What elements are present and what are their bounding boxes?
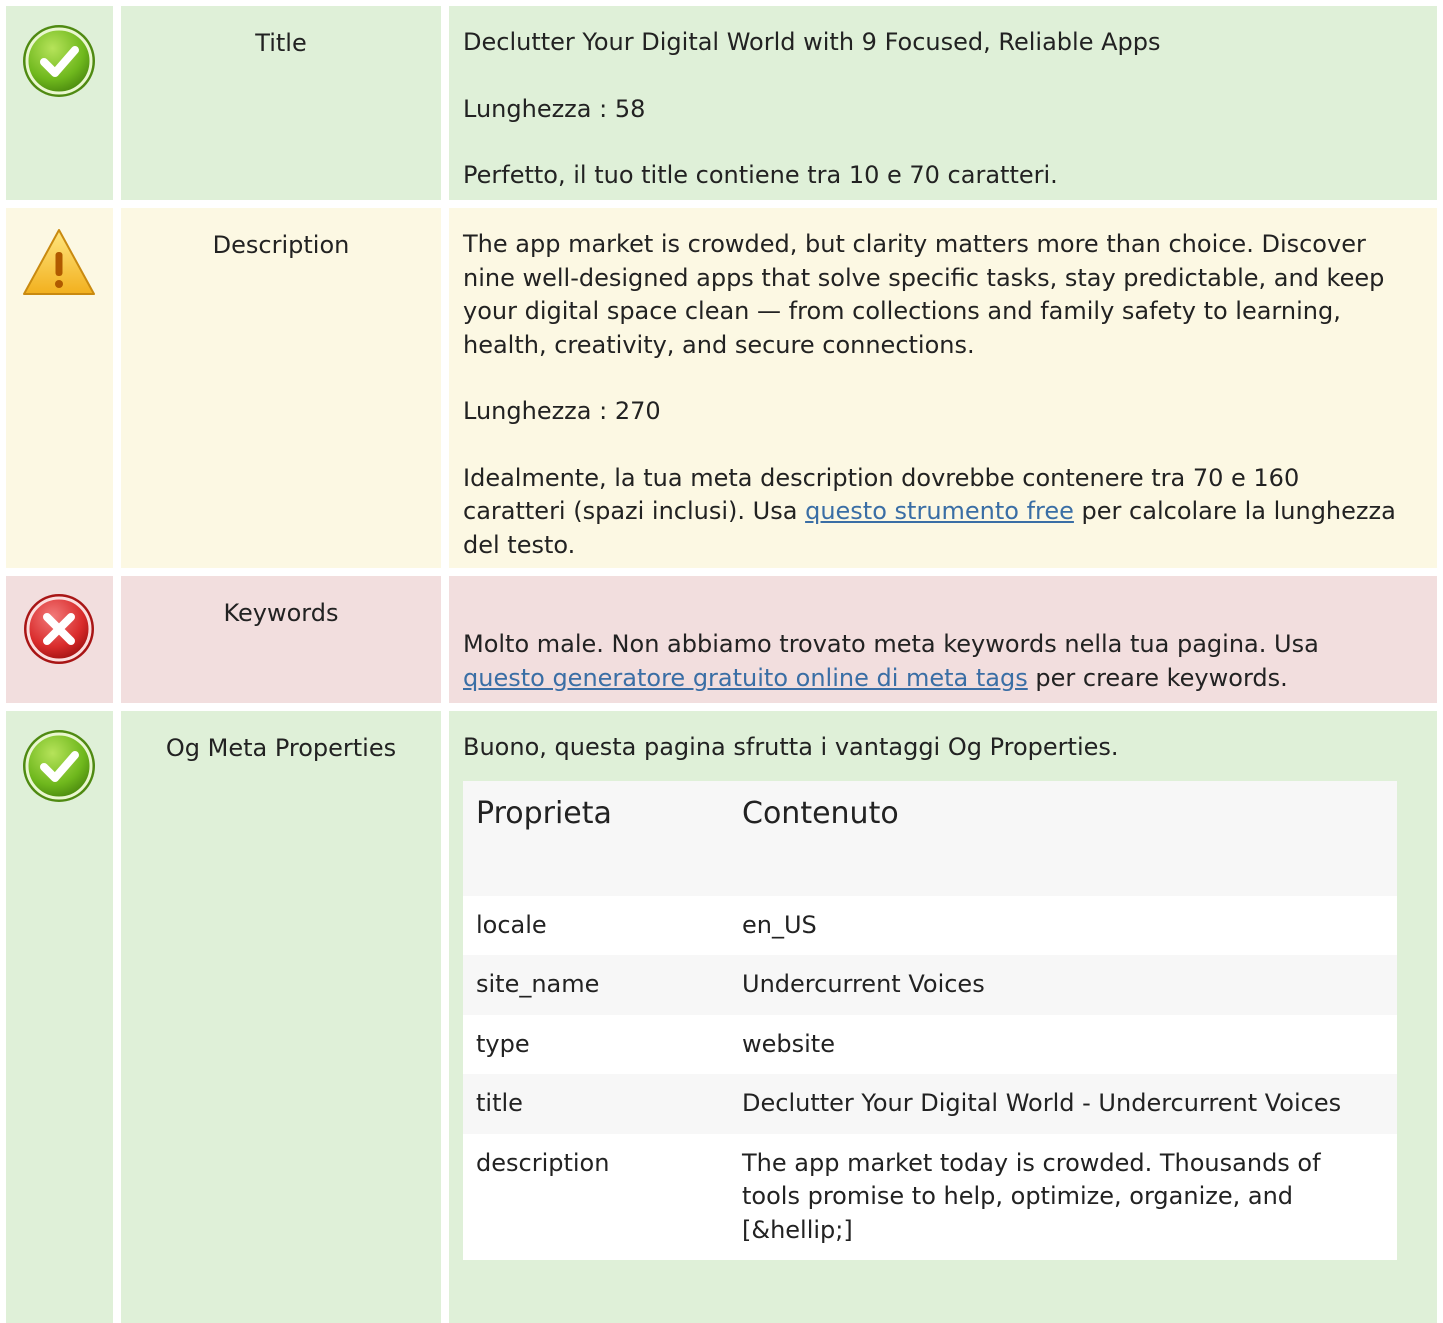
status-cell bbox=[6, 711, 113, 1323]
status-cell bbox=[6, 6, 113, 200]
og-property-cell: locale bbox=[463, 895, 729, 955]
seo-report: Title Declutter Your Digital World with … bbox=[0, 0, 1443, 1323]
row-description: Description The app market is crowded, b… bbox=[0, 208, 1443, 568]
og-message: Buono, questa pagina sfrutta i vantaggi … bbox=[463, 733, 1119, 761]
og-content-cell: Declutter Your Digital World - Undercurr… bbox=[729, 1074, 1397, 1134]
warning-triangle-icon bbox=[23, 229, 95, 295]
description-message: Idealmente, la tua meta description dovr… bbox=[463, 462, 1397, 563]
table-row: locale en_US bbox=[463, 895, 1397, 955]
title-value: Declutter Your Digital World with 9 Focu… bbox=[463, 28, 1161, 56]
table-row: title Declutter Your Digital World - Und… bbox=[463, 1074, 1397, 1134]
description-length: Lunghezza : 270 bbox=[463, 397, 661, 425]
row-label: Description bbox=[121, 208, 441, 568]
keywords-message: Molto male. Non abbiamo trovato meta key… bbox=[463, 628, 1397, 695]
row-content: Declutter Your Digital World with 9 Focu… bbox=[449, 6, 1437, 200]
og-table-header-row: Proprieta Contenuto bbox=[463, 780, 1397, 896]
row-label: Og Meta Properties bbox=[121, 711, 441, 1323]
og-property-cell: site_name bbox=[463, 955, 729, 1015]
row-title: Title Declutter Your Digital World with … bbox=[0, 6, 1443, 200]
table-row: site_name Undercurrent Voices bbox=[463, 955, 1397, 1015]
check-circle-icon bbox=[23, 25, 95, 97]
og-property-cell: description bbox=[463, 1133, 729, 1260]
row-keywords: Keywords Molto male. Non abbiamo trovato… bbox=[0, 576, 1443, 703]
description-value: The app market is crowded, but clarity m… bbox=[463, 230, 1385, 359]
og-content-cell: en_US bbox=[729, 895, 1397, 955]
table-row: description The app market today is crow… bbox=[463, 1133, 1397, 1260]
keywords-message-tail: per creare keywords. bbox=[1027, 663, 1288, 692]
row-content: Molto male. Non abbiamo trovato meta key… bbox=[449, 576, 1437, 703]
title-length: Lunghezza : 58 bbox=[463, 94, 646, 123]
text-length-tool-link[interactable]: questo strumento free bbox=[805, 497, 1074, 525]
meta-tag-generator-link[interactable]: questo generatore gratuito online di met… bbox=[463, 664, 1028, 692]
og-property-cell: type bbox=[463, 1014, 729, 1074]
keywords-message-text: Molto male. Non abbiamo trovato meta key… bbox=[463, 630, 1319, 658]
og-header-content: Contenuto bbox=[729, 780, 1397, 896]
row-content: Buono, questa pagina sfrutta i vantaggi … bbox=[449, 711, 1437, 1323]
og-content-cell: website bbox=[729, 1014, 1397, 1074]
error-x-circle-icon bbox=[24, 594, 94, 664]
status-cell bbox=[6, 208, 113, 568]
title-message: Perfetto, il tuo title contiene tra 10 e… bbox=[463, 161, 1058, 189]
og-content-cell: Undercurrent Voices bbox=[729, 955, 1397, 1015]
row-label: Title bbox=[121, 6, 441, 200]
check-circle-icon bbox=[23, 730, 95, 802]
status-cell bbox=[6, 576, 113, 703]
row-content: The app market is crowded, but clarity m… bbox=[449, 208, 1437, 568]
og-property-cell: title bbox=[463, 1074, 729, 1134]
og-header-property: Proprieta bbox=[463, 780, 729, 896]
og-content-cell: The app market today is crowded. Thousan… bbox=[729, 1133, 1397, 1260]
row-og-properties: Og Meta Properties Buono, questa pagina … bbox=[0, 711, 1443, 1323]
row-label: Keywords bbox=[121, 576, 441, 703]
table-row: type website bbox=[463, 1014, 1397, 1074]
og-properties-table: Proprieta Contenuto locale en_US site_na… bbox=[463, 780, 1397, 1260]
